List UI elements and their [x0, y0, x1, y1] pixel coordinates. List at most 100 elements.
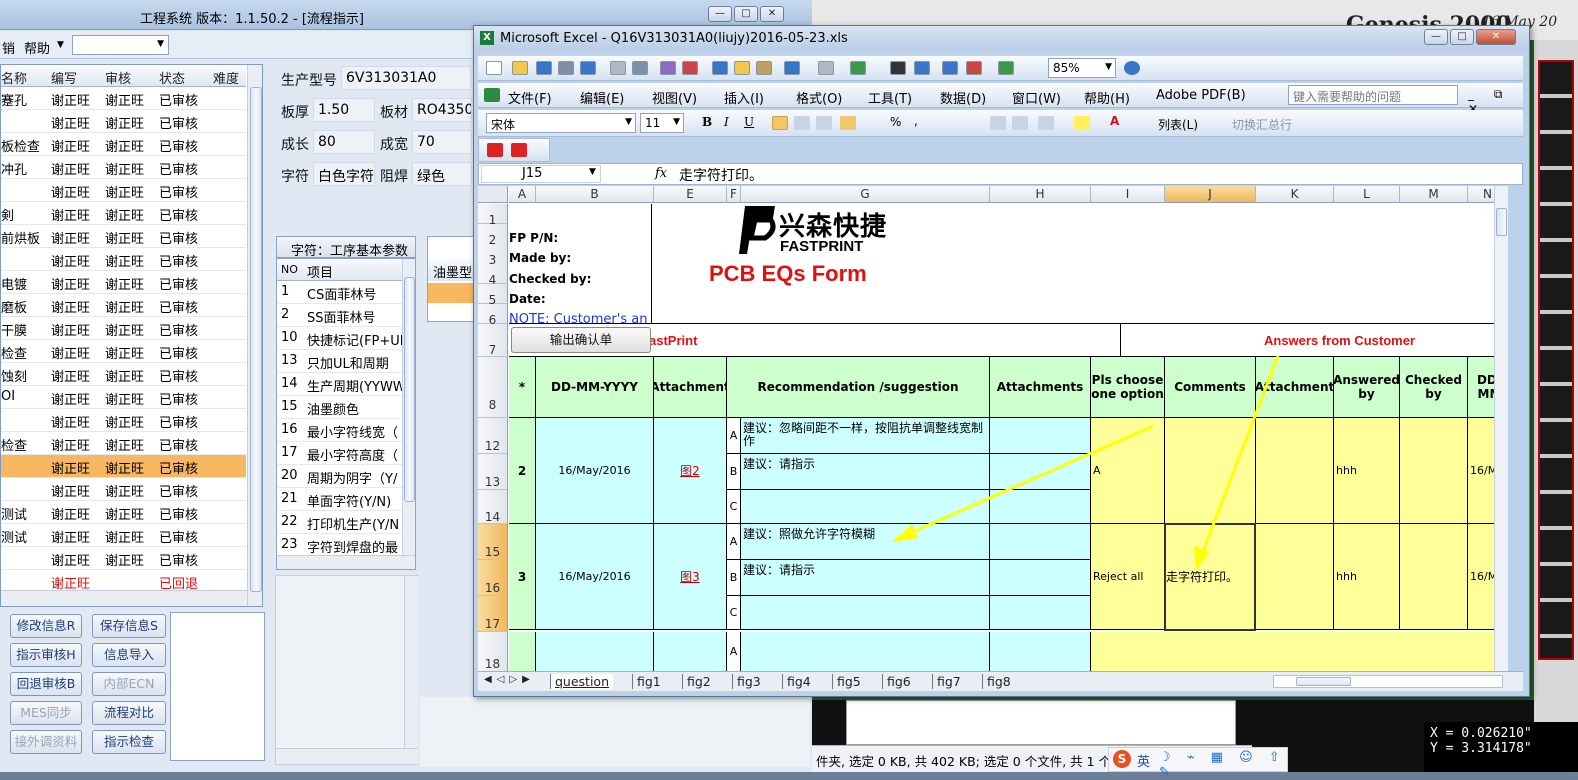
sheet-tab[interactable]: fig3: [732, 674, 765, 689]
width-field[interactable]: 70: [412, 130, 472, 154]
grid-row[interactable]: 测试 谢正旺 谢正旺 已审核: [1, 501, 246, 524]
action-button[interactable]: 修改信息R: [10, 614, 82, 638]
grid-row[interactable]: 测试 谢正旺 谢正旺 已审核: [1, 524, 246, 547]
grid-row[interactable]: 谢正旺 谢正旺 已审核: [1, 478, 246, 501]
grid-scrollbar[interactable]: [247, 65, 262, 606]
comma-button[interactable]: ,: [914, 114, 918, 128]
grid-row[interactable]: 谢正旺 谢正旺 已审核: [1, 110, 246, 133]
fill-color-icon[interactable]: [1074, 116, 1090, 130]
action-button[interactable]: 指示审核H: [10, 643, 82, 667]
font-size-combo[interactable]: 11 ▼: [640, 113, 684, 133]
sheet-tab[interactable]: fig7: [932, 674, 965, 689]
worksheet[interactable]: ABEFGHIJKLMN 1 2 3 4 5 6 7 8 12 13 14 15 16 17 18 FP P…: [478, 186, 1508, 671]
toggle-total-row[interactable]: 切换汇总行: [1232, 116, 1292, 133]
help-search-input[interactable]: 键入需要帮助的问题: [1288, 85, 1458, 105]
col-header-reviewer[interactable]: 审核: [105, 68, 131, 87]
excel-menu-item[interactable]: 数据(D): [940, 88, 986, 107]
ink-selected-row[interactable]: [428, 283, 476, 303]
excel-menu-item[interactable]: 格式(O): [796, 88, 842, 107]
app-combo[interactable]: ▼: [72, 35, 169, 55]
grid-row[interactable]: 蚀刻 谢正旺 谢正旺 已审核: [1, 363, 246, 386]
paste-icon[interactable]: [756, 61, 772, 75]
close-button[interactable]: ✕: [760, 6, 784, 22]
save-icon[interactable]: [536, 61, 552, 75]
merge-center-icon[interactable]: [840, 116, 856, 130]
chart-icon[interactable]: [998, 61, 1014, 75]
research-icon[interactable]: [682, 61, 698, 75]
mask-field[interactable]: 绿色: [412, 162, 472, 186]
underline-button[interactable]: U: [744, 115, 754, 129]
grid-row[interactable]: 前烘板 谢正旺 谢正旺 已审核: [1, 225, 246, 248]
grid-row[interactable]: 剣谢正旺 谢正旺 已审核: [1, 202, 246, 225]
lower-scrollbar[interactable]: [404, 576, 418, 748]
spelling-icon[interactable]: [660, 61, 676, 75]
action-button[interactable]: 指示检查: [92, 730, 166, 754]
sheet-vscrollbar[interactable]: [1494, 186, 1508, 671]
sheet-tab[interactable]: fig5: [832, 674, 865, 689]
open-icon[interactable]: [512, 61, 528, 75]
formula-content[interactable]: 走字符打印。: [679, 165, 763, 185]
borders-icon[interactable]: [1038, 116, 1054, 130]
grid-row[interactable]: 谢正旺 谢正旺 已审核: [1, 455, 246, 478]
grid-row[interactable]: 干膜 谢正旺 谢正旺 已审核: [1, 317, 246, 340]
item-row[interactable]: 23 字符到焊盘的最: [277, 534, 402, 557]
scroll-thumb[interactable]: [404, 277, 415, 502]
excel-menu-item[interactable]: 插入(I): [724, 88, 764, 107]
scroll-thumb[interactable]: [250, 87, 262, 592]
genesis-tool-icons[interactable]: [1538, 60, 1574, 660]
grid-row[interactable]: 谢正旺 谢正旺 已审核: [1, 547, 246, 570]
model-field[interactable]: 6V313031A0: [341, 66, 471, 90]
sogou-icon[interactable]: S: [1113, 750, 1131, 768]
item-row[interactable]: 1 CS面菲林号: [277, 281, 402, 304]
copy-icon[interactable]: [734, 61, 750, 75]
ime-lang[interactable]: 英: [1137, 751, 1150, 770]
help-icon[interactable]: [1124, 61, 1140, 75]
action-button[interactable]: 流程对比: [92, 701, 166, 725]
name-box[interactable]: J15: [481, 165, 601, 183]
list-menu[interactable]: 列表(L): [1158, 116, 1198, 133]
email-icon[interactable]: [580, 61, 596, 75]
item-row[interactable]: 10 快捷标记(FP+UL: [277, 327, 402, 350]
lower-hscrollbar[interactable]: [276, 748, 418, 764]
excel-menu-item[interactable]: 工具(T): [868, 88, 912, 107]
bold-button[interactable]: B: [702, 115, 712, 129]
permission-icon[interactable]: [558, 61, 574, 75]
excel-menu-item[interactable]: 视图(V): [652, 88, 697, 107]
menu-item[interactable]: 销: [2, 38, 15, 57]
col-header-writer[interactable]: 编写: [51, 68, 77, 87]
percent-button[interactable]: %: [890, 115, 901, 129]
scroll-thumb[interactable]: [1296, 677, 1351, 686]
redo-icon[interactable]: [850, 61, 866, 75]
sheet-tab[interactable]: fig2: [682, 674, 715, 689]
excel-menu-item[interactable]: 文件(F): [508, 88, 552, 107]
font-color-icon[interactable]: A: [1110, 114, 1119, 128]
thickness-field[interactable]: 1.50: [313, 98, 375, 122]
excel-menu-item[interactable]: Adobe PDF(B): [1156, 88, 1246, 103]
col-header-difficulty[interactable]: 难度: [213, 68, 239, 87]
tab-nav-arrows[interactable]: ◀◁▷▶: [484, 674, 535, 685]
italic-button[interactable]: I: [724, 115, 729, 129]
items-scrollbar[interactable]: [402, 259, 415, 555]
excel-menu-item[interactable]: 窗口(W): [1012, 88, 1061, 107]
excel-close-button[interactable]: ✕: [1476, 29, 1516, 45]
grid-row[interactable]: 电镀 谢正旺 谢正旺 已审核: [1, 271, 246, 294]
sheet-tab[interactable]: fig1: [632, 674, 665, 689]
item-row[interactable]: 14 生产周期(YYWW/: [277, 373, 402, 396]
menu-help[interactable]: 帮助: [24, 38, 50, 57]
grid-row[interactable]: 冲孔 谢正旺 谢正旺 已审核: [1, 156, 246, 179]
sort-desc-icon[interactable]: [966, 61, 982, 75]
maximize-button[interactable]: □: [734, 6, 758, 22]
ime-tool-icons[interactable]: ☽ ⌁ ▦ ☺ ⇧ ✎: [1159, 750, 1287, 780]
notes-box[interactable]: [170, 612, 265, 761]
sheet-tab[interactable]: fig4: [782, 674, 815, 689]
sheet-tab[interactable]: question: [550, 674, 614, 689]
scroll-thumb[interactable]: [1496, 208, 1507, 236]
pdf-convert-icon[interactable]: [487, 143, 503, 157]
item-row[interactable]: 13 只加UL和周期: [277, 350, 402, 373]
excel-menu-item[interactable]: 编辑(E): [580, 88, 624, 107]
grid-row[interactable]: OI 谢正旺 谢正旺 已审核: [1, 386, 246, 409]
grid-row[interactable]: 磨板 谢正旺 谢正旺 已审核: [1, 294, 246, 317]
cut-icon[interactable]: [712, 61, 728, 75]
sheet-tab[interactable]: fig6: [882, 674, 915, 689]
print-preview-icon[interactable]: [632, 61, 648, 75]
